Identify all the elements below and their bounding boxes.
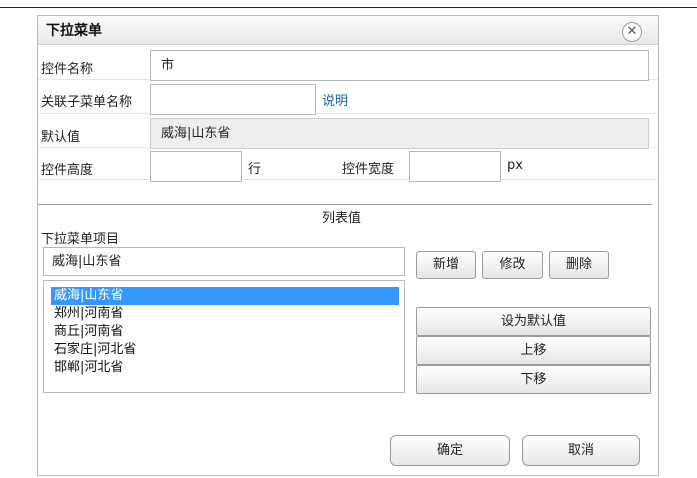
control-name-label: 控件名称 (41, 62, 94, 77)
default-value-field: 威海|山东省 (150, 118, 649, 149)
submenu-name-input[interactable] (150, 84, 316, 115)
cancel-button[interactable]: 取消 (522, 435, 640, 466)
edit-button[interactable]: 修改 (482, 251, 543, 279)
close-icon[interactable]: ✕ (622, 22, 642, 42)
section-divider (38, 204, 652, 205)
width-input[interactable] (409, 151, 501, 182)
list-item[interactable]: 郑州|河南省 (51, 305, 399, 323)
control-name-input[interactable]: 市 (150, 50, 649, 81)
list-item[interactable]: 石家庄|河北省 (51, 341, 399, 359)
list-values-header: 列表值 (322, 211, 362, 226)
help-link[interactable]: 说明 (322, 90, 348, 109)
set-default-button[interactable]: 设为默认值 (416, 307, 651, 336)
delete-button[interactable]: 删除 (549, 251, 609, 279)
move-down-button[interactable]: 下移 (416, 365, 651, 394)
height-unit: 行 (248, 162, 262, 177)
height-input[interactable] (150, 151, 242, 182)
list-item[interactable]: 商丘|河南省 (51, 323, 399, 341)
top-divider (0, 7, 697, 8)
submenu-name-label: 关联子菜单名称 (41, 95, 133, 110)
list-item[interactable]: 威海|山东省 (51, 287, 399, 305)
width-label: 控件宽度 (342, 162, 395, 177)
move-up-button[interactable]: 上移 (416, 336, 651, 365)
add-button[interactable]: 新增 (416, 251, 476, 279)
dialog-title: 下拉菜单 (46, 23, 102, 39)
ok-button[interactable]: 确定 (390, 435, 510, 466)
dropdown-items-label: 下拉菜单项目 (41, 232, 120, 247)
width-unit: px (507, 158, 523, 173)
dialog-titlebar (38, 16, 658, 45)
item-input[interactable]: 威海|山东省 (43, 247, 405, 276)
list-item[interactable]: 邯郸|河北省 (51, 359, 399, 377)
height-label: 控件高度 (41, 163, 94, 178)
default-value-label: 默认值 (41, 130, 81, 145)
